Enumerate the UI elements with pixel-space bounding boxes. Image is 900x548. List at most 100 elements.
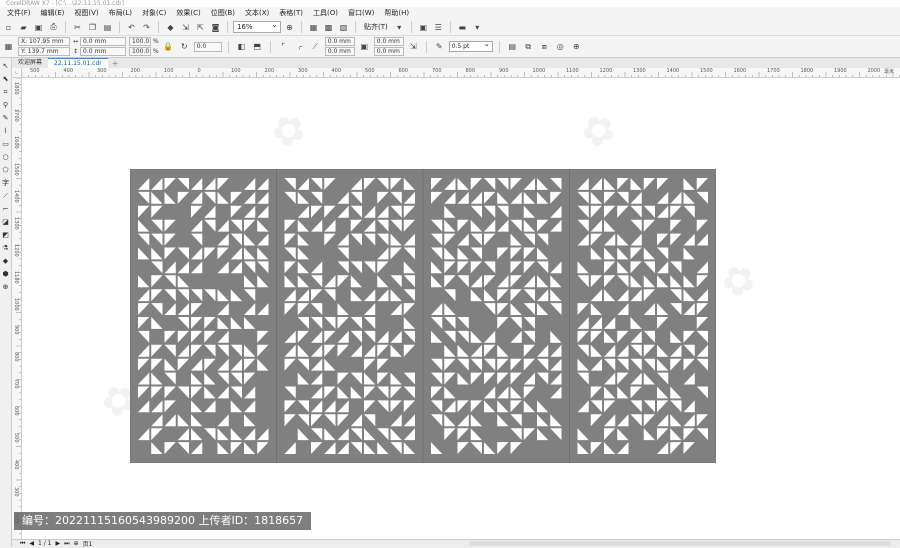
full-screen-icon[interactable]: ⊕ bbox=[283, 21, 296, 34]
undo-icon[interactable]: ↶ bbox=[125, 21, 138, 34]
smart-fill-icon[interactable]: ⬢ bbox=[1, 269, 11, 279]
y-position-field[interactable]: Y: 139.7 mm bbox=[18, 47, 70, 56]
menu-edit[interactable]: 编辑(E) bbox=[36, 7, 70, 19]
paste-icon[interactable]: ▤ bbox=[101, 21, 114, 34]
copy-icon[interactable]: ❐ bbox=[86, 21, 99, 34]
position-fields: X: 107.95 mm Y: 139.7 mm bbox=[18, 37, 70, 56]
lock-ratio-icon[interactable]: 🔒 bbox=[162, 40, 175, 53]
menu-object[interactable]: 对象(C) bbox=[137, 7, 171, 19]
drop-shadow-icon[interactable]: ◪ bbox=[1, 217, 11, 227]
ruler-label: 300 bbox=[298, 68, 308, 74]
relative-corner-scaling-icon[interactable]: ⇲ bbox=[407, 40, 420, 53]
add-page-icon[interactable]: ⊕ bbox=[74, 540, 79, 547]
round-corner-icon[interactable]: ⌜ bbox=[277, 40, 290, 53]
text-tool-icon[interactable]: 字 bbox=[1, 178, 11, 188]
height-field[interactable]: 0.0 mm bbox=[80, 47, 127, 56]
menu-effects[interactable]: 效果(C) bbox=[171, 7, 205, 19]
drawing-canvas[interactable]: ✿ ✿ ✿ ✿ bbox=[22, 78, 900, 539]
mirror-vertical-icon[interactable]: ⬒ bbox=[251, 40, 264, 53]
corner-radius-3-field[interactable]: 0.0 mm bbox=[373, 37, 404, 46]
save-icon[interactable]: ▣ bbox=[32, 21, 45, 34]
show-guidelines-icon[interactable]: ▧ bbox=[337, 21, 350, 34]
tab-welcome-screen[interactable]: 欢迎屏幕 bbox=[12, 58, 48, 68]
ellipse-tool-icon[interactable]: ○ bbox=[1, 152, 11, 162]
freehand-tool-icon[interactable]: ✎ bbox=[1, 113, 11, 123]
menu-table[interactable]: 表格(T) bbox=[274, 7, 308, 19]
publish-pdf-icon[interactable]: ◙ bbox=[209, 21, 222, 34]
x-position-field[interactable]: X: 107.95 mm bbox=[18, 37, 70, 46]
pick-tool-icon[interactable]: ↖ bbox=[1, 61, 11, 71]
search-content-icon[interactable]: ◆ bbox=[164, 21, 177, 34]
add-tool-icon[interactable]: ⊕ bbox=[1, 282, 11, 292]
rotation-field[interactable]: 0.0 bbox=[193, 41, 222, 52]
polygon-tool-icon[interactable]: ⬠ bbox=[1, 165, 11, 175]
snap-to-button[interactable]: 贴齐(T) bbox=[361, 22, 391, 32]
menu-help[interactable]: 帮助(H) bbox=[379, 7, 414, 19]
next-page-icon[interactable]: ▶ bbox=[56, 540, 61, 547]
tab-document[interactable]: 22.11.15.01.cdr bbox=[48, 57, 108, 69]
object-origin-icon[interactable]: ▦ bbox=[2, 40, 15, 53]
ruler-label: 1500 bbox=[700, 68, 713, 74]
chamfered-corner-icon[interactable]: ⟋ bbox=[309, 40, 322, 53]
chevron-down-icon[interactable]: ▾ bbox=[471, 21, 484, 34]
width-field[interactable]: 0.0 mm bbox=[80, 37, 127, 46]
connector-tool-icon[interactable]: ⌐ bbox=[1, 204, 11, 214]
zoom-tool-icon[interactable]: ⚲ bbox=[1, 100, 11, 110]
interactive-fill-icon[interactable]: ◆ bbox=[1, 256, 11, 266]
lock-corners-icon[interactable]: ▣ bbox=[358, 40, 371, 53]
crop-tool-icon[interactable]: ⌗ bbox=[1, 87, 11, 97]
add-preset-icon[interactable]: ⊕ bbox=[570, 40, 583, 53]
horizontal-ruler[interactable]: 500 400 300 200 100 0 100 200 300 400 500 600 700 800… bbox=[22, 68, 900, 78]
convert-to-curves-icon[interactable]: ◎ bbox=[554, 40, 567, 53]
prev-page-icon[interactable]: ◀ bbox=[29, 540, 34, 547]
scalloped-corner-icon[interactable]: ⌌ bbox=[293, 40, 306, 53]
outline-width-select[interactable]: 0.5 pt bbox=[448, 40, 493, 52]
zoom-level-select[interactable]: 16% bbox=[233, 20, 281, 33]
corner-radius-1-field[interactable]: 0.0 mm bbox=[324, 37, 355, 46]
import-icon[interactable]: ⇲ bbox=[179, 21, 192, 34]
watermark: ✿ bbox=[572, 102, 625, 160]
wrap-text-icon[interactable]: ▤ bbox=[506, 40, 519, 53]
ruler-label: 1700 bbox=[767, 68, 780, 74]
scale-x-field[interactable]: 100.0 bbox=[129, 37, 152, 46]
perforated-screen-panels[interactable] bbox=[130, 169, 716, 463]
options-icon[interactable]: ▣ bbox=[417, 21, 430, 34]
eyedropper-tool-icon[interactable]: ⚗ bbox=[1, 243, 11, 253]
menu-text[interactable]: 文本(X) bbox=[240, 7, 274, 19]
redo-icon[interactable]: ↷ bbox=[140, 21, 153, 34]
shape-tool-icon[interactable]: ⬉ bbox=[1, 74, 11, 84]
menu-view[interactable]: 视图(V) bbox=[69, 7, 103, 19]
show-grid-icon[interactable]: ▩ bbox=[322, 21, 335, 34]
corner-radius-2-field[interactable]: 0.0 mm bbox=[324, 47, 355, 56]
menu-tools[interactable]: 工具(O) bbox=[308, 7, 343, 19]
rectangle-tool-icon[interactable]: ▭ bbox=[1, 139, 11, 149]
parallel-dimension-icon[interactable]: ⟋ bbox=[1, 191, 11, 201]
scale-y-field[interactable]: 100.0 bbox=[129, 47, 152, 56]
ruler-label: 400 bbox=[331, 68, 342, 74]
transparency-tool-icon[interactable]: ◩ bbox=[1, 230, 11, 240]
mirror-horizontal-icon[interactable]: ◧ bbox=[235, 40, 248, 53]
vertical-ruler[interactable]: 1800 1700 1600 1500 1400 1300 1200 1100 1000 900 8… bbox=[12, 78, 22, 539]
menu-file[interactable]: 文件(F) bbox=[2, 7, 36, 19]
cut-icon[interactable]: ✂ bbox=[71, 21, 84, 34]
chevron-down-icon[interactable]: ▾ bbox=[393, 21, 406, 34]
print-icon[interactable]: ⎙ bbox=[47, 21, 60, 34]
horizontal-scrollbar[interactable] bbox=[470, 541, 890, 546]
corner-radius-4-field[interactable]: 0.0 mm bbox=[373, 47, 404, 56]
last-page-icon[interactable]: ⏭ bbox=[64, 540, 69, 548]
show-rulers-icon[interactable]: ▦ bbox=[307, 21, 320, 34]
open-icon[interactable]: ▰ bbox=[17, 21, 30, 34]
menu-window[interactable]: 窗口(W) bbox=[343, 7, 379, 19]
add-tab-icon[interactable]: + bbox=[108, 59, 123, 68]
menu-bitmaps[interactable]: 位图(B) bbox=[206, 7, 240, 19]
first-page-icon[interactable]: ⏮ bbox=[20, 540, 25, 548]
export-icon[interactable]: ⇱ bbox=[194, 21, 207, 34]
color-styles-icon[interactable]: ▬ bbox=[456, 21, 469, 34]
ruler-origin-icon[interactable]: ⌞ bbox=[12, 68, 22, 78]
to-back-icon[interactable]: ⧈ bbox=[538, 40, 551, 53]
artistic-media-icon[interactable]: ⌇ bbox=[1, 126, 11, 136]
app-launcher-icon[interactable]: ☰ bbox=[432, 21, 445, 34]
to-front-icon[interactable]: ⧉ bbox=[522, 40, 535, 53]
new-icon[interactable]: ▫ bbox=[2, 21, 15, 34]
menu-layout[interactable]: 布局(L) bbox=[104, 7, 137, 19]
